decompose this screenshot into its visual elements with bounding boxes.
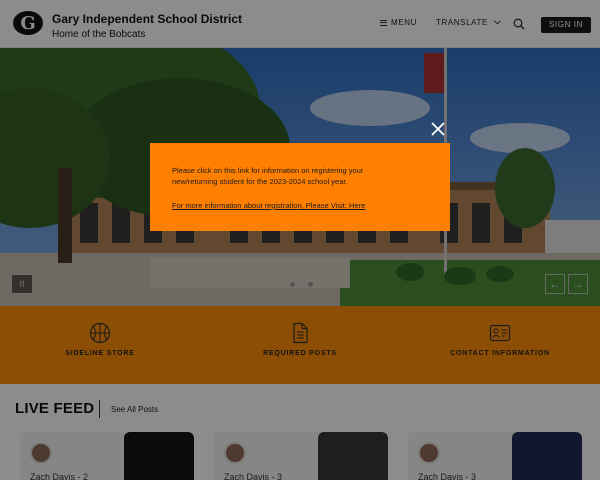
registration-info-link[interactable]: For more information about registration,…	[172, 201, 428, 210]
modal-message: Please click on this link for informatio…	[172, 166, 364, 186]
registration-alert-modal: Please click on this link for informatio…	[150, 143, 450, 231]
modal-overlay[interactable]	[0, 0, 600, 480]
close-icon[interactable]	[429, 120, 447, 138]
